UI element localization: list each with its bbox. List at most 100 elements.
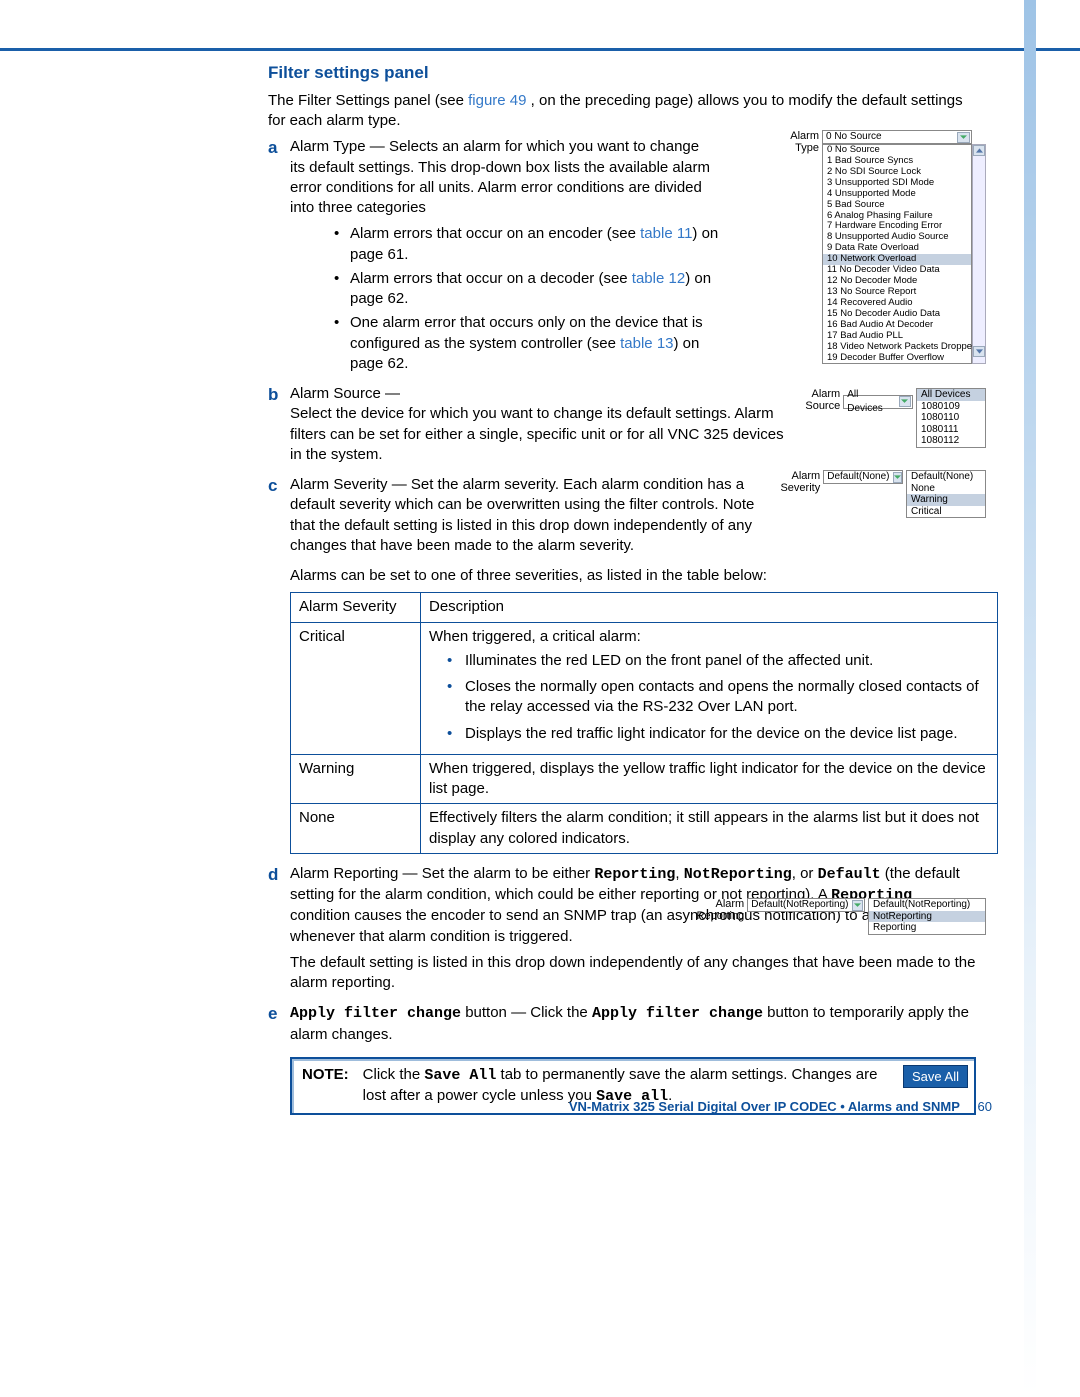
item-b-body: Alarm Source — Select the device for whi… xyxy=(290,384,790,465)
item-e: e Apply filter change button — Click the… xyxy=(268,1003,976,1051)
dropdown-option[interactable]: Reporting xyxy=(869,922,985,934)
alarm-source-label: Alarm Source xyxy=(800,388,840,412)
dropdown-option[interactable]: Warning xyxy=(907,494,985,506)
table-row: Critical When triggered, a critical alar… xyxy=(291,622,998,754)
dash: — xyxy=(398,865,421,882)
dropdown-option[interactable]: 18 Video Network Packets Dropped xyxy=(823,342,971,353)
cell-desc: When triggered, a critical alarm: Illumi… xyxy=(421,622,998,754)
table-row: None Effectively filters the alarm condi… xyxy=(291,804,998,854)
item-b-text: Select the device for which you want to … xyxy=(290,405,784,463)
th-description: Description xyxy=(421,593,998,622)
chevron-down-icon[interactable] xyxy=(957,132,970,143)
letter-e: e xyxy=(268,1003,290,1051)
dropdown-option[interactable]: Critical xyxy=(907,506,985,518)
bullet-a-1: Alarm errors that occur on an encoder (s… xyxy=(334,224,734,265)
t: , xyxy=(675,865,683,882)
item-a-label: Alarm Type xyxy=(290,138,366,155)
t: Click the xyxy=(363,1066,425,1083)
cell-desc: Effectively filters the alarm condition;… xyxy=(421,804,998,854)
item-e-body: Apply filter change button — Click the A… xyxy=(290,1003,976,1045)
alarm-source-list[interactable]: All Devices1080109108011010801111080112 xyxy=(916,388,986,448)
dropdown-option[interactable]: 1080112 xyxy=(917,435,985,447)
alarm-type-label: Alarm Type xyxy=(785,130,819,154)
mono: Default xyxy=(818,866,881,883)
alarm-severity-list[interactable]: Default(None)NoneWarningCritical xyxy=(906,470,986,518)
chevron-down-icon[interactable] xyxy=(899,396,912,407)
dropdown-option[interactable]: 17 Bad Audio PLL xyxy=(823,331,971,342)
chevron-down-icon[interactable] xyxy=(852,900,863,911)
t: Alarm errors that occur on a decoder (se… xyxy=(350,270,632,287)
mono: Save All xyxy=(424,1067,496,1084)
alarm-source-closed-text: All Devices xyxy=(845,388,898,415)
chevron-down-icon[interactable] xyxy=(893,472,902,483)
alarm-severity-closed[interactable]: Default(None) xyxy=(823,470,903,484)
intro-link[interactable]: figure 49 xyxy=(468,92,526,109)
letter-a: a xyxy=(268,137,290,380)
item-b-label: Alarm Source xyxy=(290,385,381,402)
mono: Reporting xyxy=(594,866,675,883)
dropdown-option[interactable]: Default(NotReporting) xyxy=(869,899,985,911)
alarm-type-closed[interactable]: 0 No Source xyxy=(822,130,972,144)
alarm-source-closed[interactable]: All Devices xyxy=(843,395,913,409)
alarm-severity-label: Alarm Severity xyxy=(778,470,820,494)
dash: — xyxy=(381,385,400,402)
alarm-reporting-list[interactable]: Default(NotReporting)NotReportingReporti… xyxy=(868,898,986,935)
dropdown-option[interactable]: NotReporting xyxy=(869,911,985,923)
item-d-label: Alarm Reporting xyxy=(290,865,398,882)
alarm-severity-dropdown: Alarm Severity Default(None) Default(Non… xyxy=(778,470,986,518)
alarm-type-list[interactable]: 0 No Source1 Bad Source Syncs2 No SDI So… xyxy=(822,144,972,364)
item-a-bullets: Alarm errors that occur on an encoder (s… xyxy=(334,224,734,374)
table-row: Warning When triggered, displays the yel… xyxy=(291,754,998,804)
dropdown-option[interactable]: 1080111 xyxy=(917,424,985,436)
item-d-after: The default setting is listed in this dr… xyxy=(290,953,976,994)
mono: Apply filter change xyxy=(290,1005,461,1022)
dropdown-option[interactable]: Default(None) xyxy=(907,471,985,483)
dropdown-option[interactable]: None xyxy=(907,483,985,495)
li: Illuminates the red LED on the front pan… xyxy=(447,651,989,671)
item-a-body: Alarm Type — Selects an alarm for which … xyxy=(290,137,710,218)
t: When triggered, a critical alarm: xyxy=(429,628,641,645)
note-label: NOTE: xyxy=(302,1065,349,1085)
page-edge-gradient xyxy=(1024,0,1036,1397)
item-c-label: Alarm Severity xyxy=(290,476,388,493)
alarm-severity-closed-text: Default(None) xyxy=(825,470,893,484)
scrollbar[interactable] xyxy=(972,144,986,364)
li: Closes the normally open contacts and op… xyxy=(447,677,989,718)
alarm-reporting-closed[interactable]: Default(NotReporting) xyxy=(747,898,865,912)
scroll-up-icon[interactable] xyxy=(973,145,985,156)
t: Set the alarm to be either xyxy=(422,865,595,882)
alarm-reporting-closed-text: Default(NotReporting) xyxy=(749,898,852,912)
footer-title: VN-Matrix 325 Serial Digital Over IP COD… xyxy=(569,1099,960,1114)
bullet-a-2: Alarm errors that occur on a decoder (se… xyxy=(334,269,734,310)
link-table12[interactable]: table 12 xyxy=(632,270,685,287)
footer-page: 60 xyxy=(978,1099,992,1114)
mono: Apply filter change xyxy=(592,1005,763,1022)
letter-d: d xyxy=(268,864,290,1000)
alarm-type-dropdown: Alarm Type 0 No Source 0 No Source1 Bad … xyxy=(785,130,986,364)
scroll-down-icon[interactable] xyxy=(973,346,985,357)
cell-name: Critical xyxy=(291,622,421,754)
li: Displays the red traffic light indicator… xyxy=(447,724,989,744)
dropdown-option[interactable]: 1080110 xyxy=(917,412,985,424)
dash: — xyxy=(366,138,389,155)
dropdown-option[interactable]: 5 Bad Source xyxy=(823,200,971,211)
bullet-a-3: One alarm error that occurs only on the … xyxy=(334,313,734,374)
page-top-rule xyxy=(0,48,1080,51)
letter-b: b xyxy=(268,384,290,471)
intro-pre: The Filter Settings panel (see xyxy=(268,92,468,109)
save-all-tab[interactable]: Save All xyxy=(903,1065,968,1089)
dropdown-option[interactable]: 1080109 xyxy=(917,401,985,413)
link-table13[interactable]: table 13 xyxy=(620,335,673,352)
link-table11[interactable]: table 11 xyxy=(640,225,692,242)
page-footer: VN-Matrix 325 Serial Digital Over IP COD… xyxy=(569,1098,992,1116)
dropdown-option[interactable]: All Devices xyxy=(917,389,985,401)
alarm-reporting-label: Alarm Reporting xyxy=(694,898,744,922)
item-c-body: Alarm Severity — Set the alarm severity.… xyxy=(290,475,780,556)
dropdown-option[interactable]: 19 Decoder Buffer Overflow xyxy=(823,353,971,364)
alarm-source-dropdown: Alarm Source All Devices All Devices1080… xyxy=(800,388,986,448)
dropdown-option[interactable]: 4 Unsupported Mode xyxy=(823,189,971,200)
severity-intro: Alarms can be set to one of three severi… xyxy=(290,566,976,586)
t: Alarm errors that occur on an encoder (s… xyxy=(350,225,640,242)
intro-paragraph: The Filter Settings panel (see figure 49… xyxy=(268,91,976,132)
cell-name: None xyxy=(291,804,421,854)
